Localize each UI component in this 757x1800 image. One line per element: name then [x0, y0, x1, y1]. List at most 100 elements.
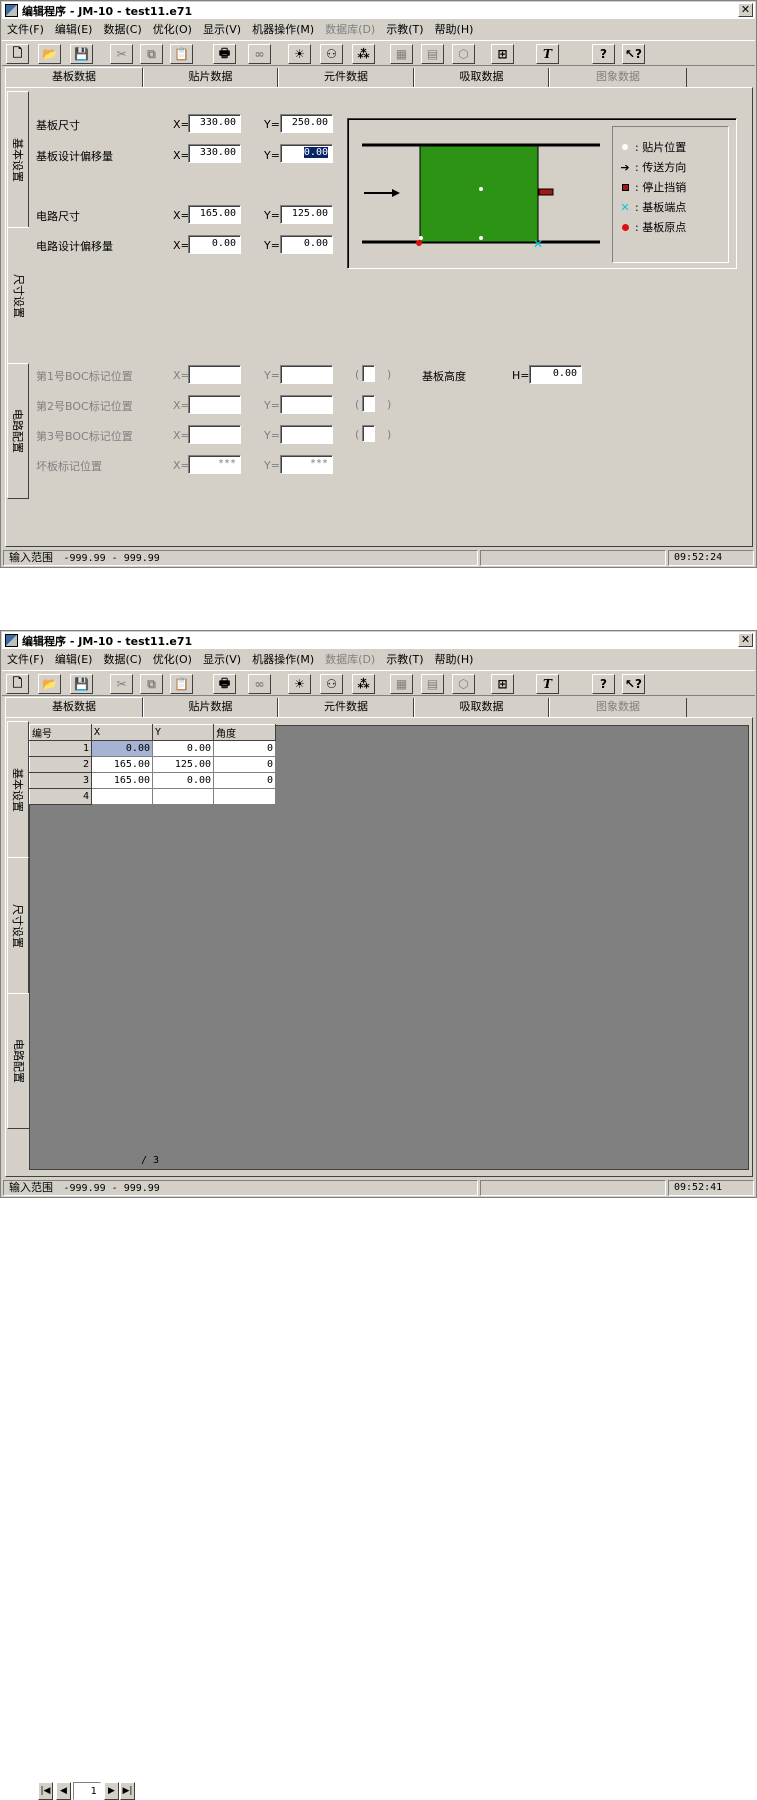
board-icon[interactable]: ▦ — [390, 674, 413, 694]
camera-target-icon[interactable]: ⊞ — [491, 674, 514, 694]
first-page-button[interactable]: |◀ — [38, 1782, 53, 1800]
print-icon[interactable]: 🖶 — [213, 674, 236, 694]
paste-icon[interactable]: 📋 — [170, 44, 193, 64]
tab-component-data[interactable]: 元件数据 — [278, 68, 414, 87]
boc1-x-field[interactable] — [188, 365, 241, 384]
cell-x[interactable]: 165.00 — [91, 756, 153, 773]
cell-x[interactable]: 0.00 — [91, 740, 153, 757]
nozzle-icon[interactable]: ⚇ — [320, 674, 343, 694]
help-icon[interactable]: ? — [592, 44, 615, 64]
row-number[interactable]: 1 — [29, 740, 92, 757]
open-icon[interactable]: 📂 — [38, 44, 61, 64]
binoculars-icon[interactable]: ∞ — [248, 674, 271, 694]
whats-this-icon[interactable]: ↖? — [622, 44, 645, 64]
tab-component-data[interactable]: 元件数据 — [278, 698, 414, 717]
print-icon[interactable]: 🖶 — [213, 44, 236, 64]
text-icon[interactable]: T — [536, 44, 559, 64]
cell-y[interactable] — [152, 788, 214, 805]
parts-icon[interactable]: ⁂ — [352, 44, 375, 64]
tab-mount-data[interactable]: 贴片数据 — [143, 698, 278, 717]
menu-data[interactable]: 数据(C) — [103, 21, 141, 37]
tab-pickup-data[interactable]: 吸取数据 — [414, 68, 549, 87]
menu-teach[interactable]: 示教(T) — [386, 21, 423, 37]
lightbulb-icon[interactable]: ☀ — [288, 674, 311, 694]
open-icon[interactable]: 📂 — [38, 674, 61, 694]
copy-icon[interactable]: ⧉ — [140, 44, 163, 64]
nozzle-icon[interactable]: ⚇ — [320, 44, 343, 64]
cell-x[interactable] — [91, 788, 153, 805]
col-header-x[interactable]: X — [91, 724, 153, 741]
cell-angle[interactable] — [213, 788, 276, 805]
boc2-checkbox[interactable] — [362, 395, 375, 412]
tab-board-data[interactable]: 基板数据 — [5, 697, 143, 717]
parts-icon[interactable]: ⁂ — [352, 674, 375, 694]
menu-database[interactable]: 数据库(D) — [325, 651, 375, 667]
row-number[interactable]: 4 — [29, 788, 92, 805]
menu-help[interactable]: 帮助(H) — [435, 651, 474, 667]
cell-y[interactable]: 0.00 — [152, 772, 214, 789]
menu-database[interactable]: 数据库(D) — [325, 21, 375, 37]
menu-data[interactable]: 数据(C) — [103, 651, 141, 667]
save-icon[interactable]: 💾 — [70, 44, 93, 64]
menu-machine[interactable]: 机器操作(M) — [252, 21, 314, 37]
pcb-grid-icon[interactable]: ▤ — [421, 44, 444, 64]
help-icon[interactable]: ? — [592, 674, 615, 694]
board-offset-x-field[interactable]: 330.00 — [188, 144, 241, 163]
cell-angle[interactable]: 0 — [213, 756, 276, 773]
bad-mark-x-field[interactable]: *** — [188, 455, 241, 474]
cut-icon[interactable]: ✂ — [110, 674, 133, 694]
side-tab-basic[interactable]: 基本设置 — [7, 91, 29, 228]
tab-image-data[interactable]: 图象数据 — [549, 698, 687, 717]
bad-mark-y-field[interactable]: *** — [280, 455, 333, 474]
boc1-y-field[interactable] — [280, 365, 333, 384]
boc2-y-field[interactable] — [280, 395, 333, 414]
menu-view[interactable]: 显示(V) — [203, 651, 241, 667]
cell-angle[interactable]: 0 — [213, 740, 276, 757]
boc3-x-field[interactable] — [188, 425, 241, 444]
page-input[interactable]: 1 — [73, 1782, 101, 1800]
menu-help[interactable]: 帮助(H) — [435, 21, 474, 37]
side-tab-basic[interactable]: 基本设置 — [7, 721, 29, 858]
col-header-y[interactable]: Y — [152, 724, 214, 741]
row-number[interactable]: 3 — [29, 772, 92, 789]
tab-pickup-data[interactable]: 吸取数据 — [414, 698, 549, 717]
circuit-offset-x-field[interactable]: 0.00 — [188, 235, 241, 254]
save-icon[interactable]: 💾 — [70, 674, 93, 694]
menu-optimize[interactable]: 优化(O) — [153, 21, 192, 37]
menu-view[interactable]: 显示(V) — [203, 21, 241, 37]
whats-this-icon[interactable]: ↖? — [622, 674, 645, 694]
side-tab-size[interactable]: 尺寸设置 — [7, 227, 29, 364]
menu-machine[interactable]: 机器操作(M) — [252, 651, 314, 667]
menu-file[interactable]: 文件(F) — [7, 651, 44, 667]
new-icon[interactable]: 🗋 — [6, 44, 29, 64]
side-tab-circuit[interactable]: 电路配置 — [7, 993, 29, 1129]
cut-icon[interactable]: ✂ — [110, 44, 133, 64]
binoculars-icon[interactable]: ∞ — [248, 44, 271, 64]
close-button[interactable]: ✕ — [738, 3, 753, 17]
boc2-x-field[interactable] — [188, 395, 241, 414]
menu-optimize[interactable]: 优化(O) — [153, 651, 192, 667]
boc3-y-field[interactable] — [280, 425, 333, 444]
circuit-offset-y-field[interactable]: 0.00 — [280, 235, 333, 254]
side-tab-size[interactable]: 尺寸设置 — [7, 857, 29, 994]
text-icon[interactable]: T — [536, 674, 559, 694]
pcb-grid-icon[interactable]: ▤ — [421, 674, 444, 694]
close-button[interactable]: ✕ — [738, 633, 753, 647]
boc1-checkbox[interactable] — [362, 365, 375, 382]
cube-icon[interactable]: ⬡ — [452, 44, 475, 64]
new-icon[interactable]: 🗋 — [6, 674, 29, 694]
tab-image-data[interactable]: 图象数据 — [549, 68, 687, 87]
next-page-button[interactable]: ▶ — [104, 1782, 119, 1800]
menu-teach[interactable]: 示教(T) — [386, 651, 423, 667]
board-offset-y-field[interactable]: 0.00 — [280, 144, 333, 163]
prev-page-button[interactable]: ◀ — [56, 1782, 71, 1800]
side-tab-circuit[interactable]: 电路配置 — [7, 363, 29, 499]
board-icon[interactable]: ▦ — [390, 44, 413, 64]
cube-icon[interactable]: ⬡ — [452, 674, 475, 694]
cell-x[interactable]: 165.00 — [91, 772, 153, 789]
boc3-checkbox[interactable] — [362, 425, 375, 442]
board-size-y-field[interactable]: 250.00 — [280, 114, 333, 133]
last-page-button[interactable]: ▶| — [120, 1782, 135, 1800]
circuit-size-y-field[interactable]: 125.00 — [280, 205, 333, 224]
row-number[interactable]: 2 — [29, 756, 92, 773]
